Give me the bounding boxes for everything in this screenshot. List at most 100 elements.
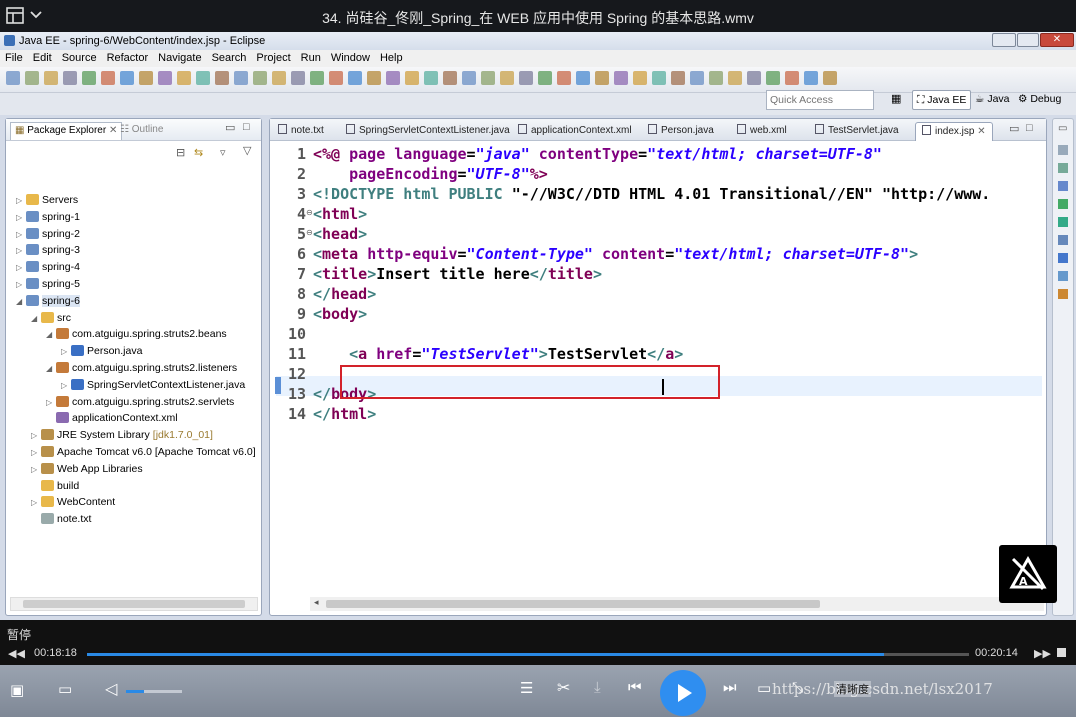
pin-icon[interactable] (785, 71, 799, 85)
junit-view-icon[interactable] (1058, 289, 1068, 299)
toolbox-icon[interactable]: ▣ (10, 681, 24, 699)
data-source-view-icon[interactable] (1058, 235, 1068, 245)
tree-item[interactable]: ◢ src (31, 310, 71, 327)
rewind-icon[interactable]: ◀◀ (8, 647, 25, 660)
open-perspective-icon[interactable] (690, 71, 704, 85)
tree-item[interactable]: build (31, 478, 79, 495)
tree-item[interactable]: ▷ SpringServletContextListener.java (61, 377, 245, 394)
settings-sliders-icon[interactable]: ☰ (520, 679, 533, 697)
tree-item[interactable]: ▷ spring-5 (16, 276, 80, 293)
clarity-button[interactable]: 清晰度 (834, 681, 871, 697)
expand-arrow-icon[interactable]: ▷ (16, 259, 26, 276)
undo-icon[interactable] (481, 71, 495, 85)
run-icon[interactable] (576, 71, 590, 85)
stop-icon[interactable] (1057, 648, 1066, 657)
new-icon[interactable] (405, 71, 419, 85)
tree-item[interactable]: ◢ com.atguigu.spring.struts2.listeners (46, 360, 237, 377)
navigate-back-icon[interactable] (747, 71, 761, 85)
maximize-view-icon[interactable]: □ (243, 121, 250, 133)
minimize-view-icon[interactable]: ▭ (225, 121, 235, 134)
seek-bar[interactable] (87, 653, 969, 656)
new-icon[interactable] (6, 71, 20, 85)
cut-icon[interactable] (63, 71, 77, 85)
minimize-view-icon[interactable]: ▭ (1058, 123, 1067, 134)
save-icon[interactable] (424, 71, 438, 85)
minimize-editor-icon[interactable]: ▭ (1009, 122, 1019, 135)
back-icon[interactable] (519, 71, 533, 85)
tab-package-explorer[interactable]: ▦ Package Explorer ✕ (10, 122, 123, 140)
expand-arrow-icon[interactable]: ◢ (46, 360, 56, 377)
play-button[interactable] (660, 670, 706, 716)
tree-item[interactable]: ▷ spring-3 (16, 242, 80, 259)
external-tools-icon[interactable] (595, 71, 609, 85)
close-button[interactable]: ✕ (1040, 33, 1074, 47)
console-view-icon[interactable] (1058, 271, 1068, 281)
refresh-icon[interactable] (709, 71, 723, 85)
tree-item[interactable]: ▷ com.atguigu.spring.struts2.servlets (46, 394, 234, 411)
tree-item[interactable]: ◢ com.atguigu.spring.struts2.beans (46, 326, 227, 343)
pin-icon[interactable] (386, 71, 400, 85)
expand-arrow-icon[interactable]: ▷ (61, 377, 71, 394)
menu-item-window[interactable]: Window (326, 50, 375, 64)
close-icon[interactable]: ✕ (109, 125, 117, 136)
annotation-icon[interactable] (329, 71, 343, 85)
servers-view-icon[interactable] (1058, 217, 1068, 227)
tree-item[interactable]: ▷ Web App Libraries (31, 461, 143, 478)
horizontal-scrollbar[interactable]: ◂ (310, 597, 1044, 611)
menu-item-navigate[interactable]: Navigate (153, 50, 206, 64)
scroll-thumb[interactable] (326, 600, 820, 608)
new-server-icon[interactable] (215, 71, 229, 85)
expand-arrow-icon[interactable]: ◢ (31, 310, 41, 327)
refresh-icon[interactable] (310, 71, 324, 85)
perspective-javaee[interactable]: ⛶ Java EE (912, 90, 972, 110)
expand-arrow-icon[interactable]: ▷ (16, 276, 26, 293)
perspective-java[interactable]: ☕ Java (975, 93, 1010, 105)
tree-item[interactable]: ▷ Servers (16, 192, 78, 209)
expand-arrow-icon[interactable]: ▷ (46, 394, 56, 411)
expand-arrow-icon[interactable]: ▷ (16, 226, 26, 243)
expand-arrow-icon[interactable]: ▷ (61, 343, 71, 360)
menu-item-edit[interactable]: Edit (28, 50, 57, 64)
code-line[interactable]: <title>Insert title here</title> (313, 264, 602, 284)
volume-slider[interactable] (126, 690, 182, 693)
redo-icon[interactable] (500, 71, 514, 85)
navigate-forward-icon[interactable] (766, 71, 780, 85)
menu-item-project[interactable]: Project (251, 50, 295, 64)
code-line[interactable]: <!DOCTYPE html PUBLIC "-//W3C//DTD HTML … (313, 184, 990, 204)
view-menu-icon[interactable]: ▿ (220, 146, 226, 159)
navigate-back-icon[interactable] (348, 71, 362, 85)
undo-icon[interactable] (82, 71, 96, 85)
expand-arrow-icon[interactable]: ▷ (31, 461, 41, 478)
navigate-forward-icon[interactable] (367, 71, 381, 85)
open-type-icon[interactable] (633, 71, 647, 85)
cut-icon[interactable] (462, 71, 476, 85)
tree-item[interactable]: applicationContext.xml (46, 410, 178, 427)
perspective-debug[interactable]: ⚙ Debug (1018, 93, 1061, 105)
new-server-icon[interactable] (614, 71, 628, 85)
external-tools-icon[interactable] (196, 71, 210, 85)
tree-item[interactable]: note.txt (31, 511, 91, 528)
open-perspective-icon[interactable] (291, 71, 305, 85)
open-task-icon[interactable] (671, 71, 685, 85)
annotation-icon[interactable] (728, 71, 742, 85)
restore-button[interactable] (1017, 33, 1039, 47)
back-icon[interactable] (120, 71, 134, 85)
editor-tab[interactable]: index.jsp ✕ (915, 122, 993, 141)
properties-view-icon[interactable] (1058, 199, 1068, 209)
code-line[interactable]: </html> (313, 404, 376, 424)
screen-icon[interactable]: ▭ (757, 679, 771, 697)
tree-item[interactable]: ▷ JRE System Library [jdk1.7.0_01] (31, 427, 213, 444)
expand-arrow-icon[interactable]: ▷ (31, 444, 41, 461)
menu-item-source[interactable]: Source (57, 50, 102, 64)
editor-tab[interactable]: note.txt (278, 122, 324, 141)
expand-arrow-icon[interactable]: ▷ (16, 192, 26, 209)
editor-tab[interactable]: applicationContext.xml (518, 122, 632, 141)
editor-tab[interactable]: Person.java (648, 122, 714, 141)
expand-arrow-icon[interactable]: ◢ (46, 326, 56, 343)
markers-view-icon[interactable] (1058, 181, 1068, 191)
expand-arrow-icon[interactable]: ▷ (16, 242, 26, 259)
menu-item-search[interactable]: Search (207, 50, 252, 64)
tab-outline[interactable]: ☷ Outline (120, 124, 163, 135)
debug-icon[interactable] (557, 71, 571, 85)
run-icon[interactable] (177, 71, 191, 85)
